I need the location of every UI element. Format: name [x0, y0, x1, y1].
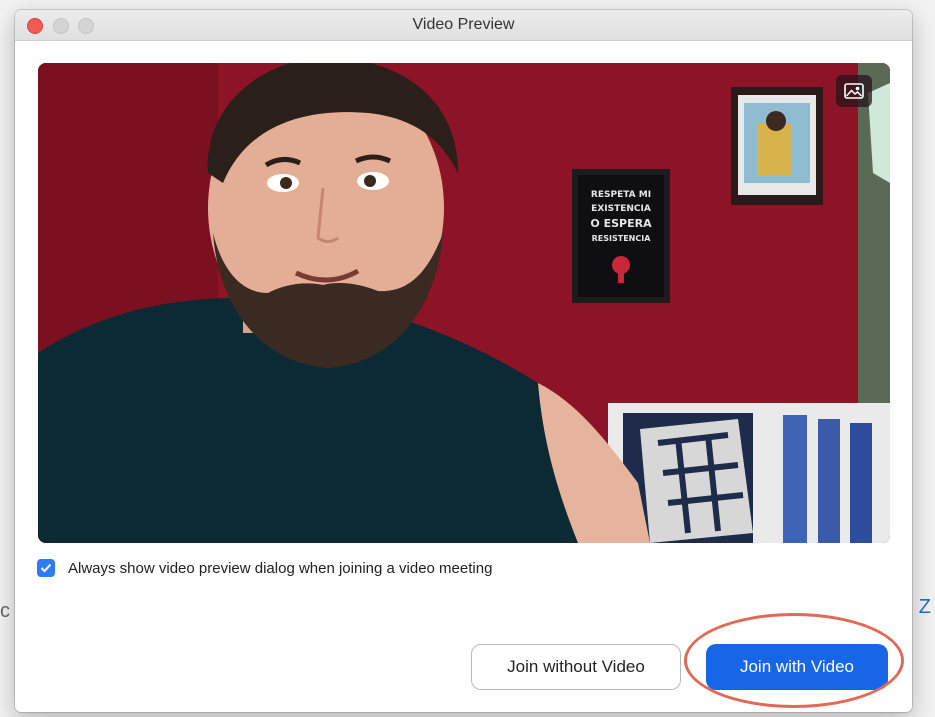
- camera-feed: RESPETA MI EXISTENCIA O ESPERA RESISTENC…: [38, 63, 890, 543]
- framed-poster: RESPETA MI EXISTENCIA O ESPERA RESISTENC…: [572, 169, 670, 303]
- always-show-preview-checkbox[interactable]: [37, 559, 55, 577]
- checkmark-icon: [40, 563, 52, 573]
- window-title: Video Preview: [412, 16, 515, 33]
- background-toggle-button[interactable]: [836, 75, 872, 107]
- video-preview: RESPETA MI EXISTENCIA O ESPERA RESISTENC…: [38, 63, 890, 543]
- join-with-video-button[interactable]: Join with Video: [706, 644, 888, 690]
- background-partial-text-left: c: [0, 600, 10, 622]
- title-bar: Video Preview: [15, 10, 912, 41]
- image-icon: [844, 83, 864, 99]
- poster-line-1: RESPETA MI: [591, 190, 651, 200]
- background-partial-text-right: Z: [918, 596, 931, 618]
- join-without-video-button[interactable]: Join without Video: [471, 644, 681, 690]
- pillows: [608, 403, 890, 543]
- poster-line-3: O ESPERA: [590, 217, 652, 230]
- poster-line-4: RESISTENCIA: [592, 234, 652, 243]
- framed-picture: [731, 87, 823, 205]
- always-show-preview-label: Always show video preview dialog when jo…: [68, 559, 493, 577]
- poster-line-2: EXISTENCIA: [591, 204, 651, 214]
- always-show-preview-row: Always show video preview dialog when jo…: [37, 557, 492, 579]
- video-preview-dialog: Video Preview RESPETA MI EXISTENCIA O ES…: [15, 10, 912, 712]
